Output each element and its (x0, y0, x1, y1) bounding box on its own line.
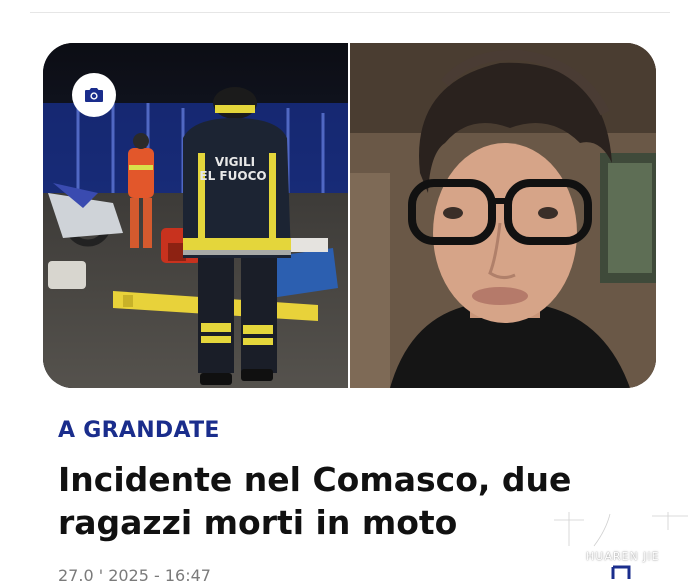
top-divider (30, 12, 670, 13)
watermark-text: HUAREN JIE (586, 550, 660, 563)
publish-date: 27.0 ' 2025 - 16:47 (58, 566, 211, 585)
watermark: HUAREN JIE (548, 508, 694, 568)
category-label[interactable]: A GRANDATE (58, 418, 220, 443)
portrait-photo (350, 43, 656, 388)
svg-text:VIGILI: VIGILI (215, 155, 255, 169)
hero-image[interactable]: VIGILI EL FUOCO (43, 43, 656, 388)
camera-icon (85, 88, 103, 102)
article-headline[interactable]: Incidente nel Comasco, due ragazzi morti… (58, 458, 578, 544)
watermark-logo (552, 510, 690, 548)
camera-button[interactable] (72, 73, 116, 117)
svg-text:EL FUOCO: EL FUOCO (199, 169, 266, 183)
